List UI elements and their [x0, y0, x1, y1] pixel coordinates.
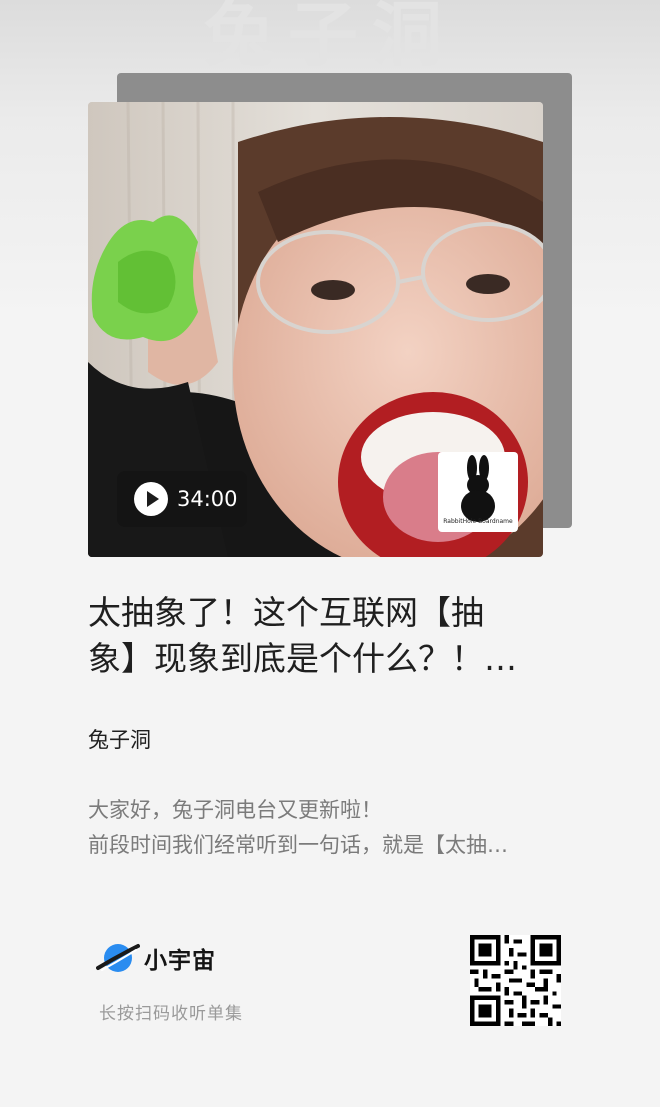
description-line1: 大家好，兔子洞电台又更新啦！ [88, 798, 382, 822]
qr-code-icon [470, 935, 561, 1026]
app-logo: 小宇宙 [96, 938, 216, 978]
episode-description: 大家好，兔子洞电台又更新啦！ 前段时间我们经常听到一句话，就是【太抽… [88, 793, 578, 863]
qr-code[interactable] [470, 935, 561, 1026]
description-line2: 前段时间我们经常听到一句话，就是【太抽… [88, 833, 508, 857]
rabbit-logo-badge: RabbitHole Boardname [438, 452, 518, 532]
app-name: 小宇宙 [144, 948, 216, 974]
planet-logo-icon [96, 944, 140, 972]
episode-title-line1: 太抽象了！这个互联网【抽 [88, 593, 484, 632]
channel-name[interactable]: 兔子洞 [88, 724, 151, 754]
scan-hint: 长按扫码收听单集 [99, 1004, 243, 1024]
episode-title-line2: 象】现象到底是个什么？！… [88, 639, 517, 678]
play-duration-badge[interactable]: 34:00 [117, 471, 247, 527]
rabbit-badge-text: RabbitHole Boardname [443, 518, 513, 525]
episode-title[interactable]: 太抽象了！这个互联网【抽 象】现象到底是个什么？！… [88, 590, 558, 682]
watermark-text: 兔子洞 [204, 0, 456, 70]
play-icon[interactable] [134, 482, 168, 516]
duration-text: 34:00 [177, 487, 238, 511]
